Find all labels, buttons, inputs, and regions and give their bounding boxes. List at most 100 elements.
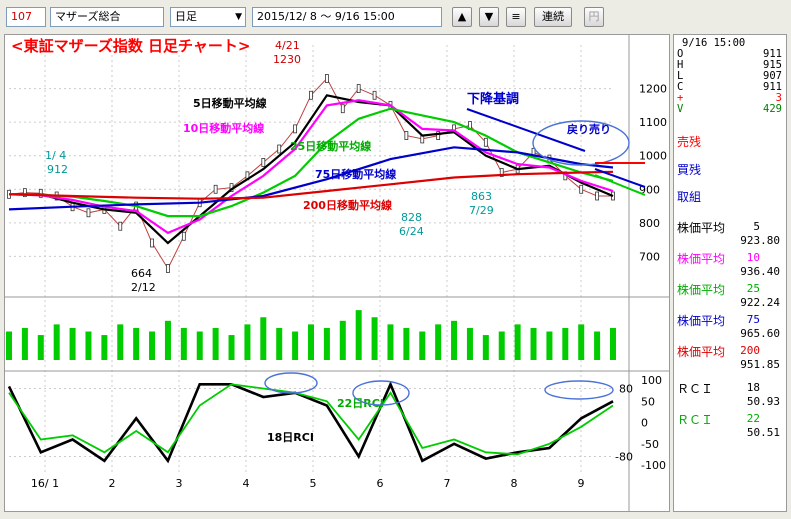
rci-period: 18 <box>746 381 760 394</box>
period-value: 日足 <box>175 10 197 23</box>
ma-value: 951.85 <box>740 358 780 371</box>
volume-bar <box>53 324 60 360</box>
up-button[interactable]: ▲ <box>452 7 472 27</box>
label-ma10: 10日移動平均線 <box>183 121 264 135</box>
ma-label: 株価平均 <box>677 283 726 297</box>
name-field[interactable]: マザーズ総合 <box>50 7 164 27</box>
volume-bar <box>403 327 410 360</box>
candle <box>356 84 361 93</box>
rci-period: 22 <box>746 412 760 425</box>
label-ma5: 5日移動平均線 <box>193 96 267 110</box>
label-ma200: 200日移動平均線 <box>303 198 392 212</box>
volume-bar <box>117 324 124 360</box>
volume-bar <box>530 327 537 360</box>
ohlc-row: C 911 <box>674 82 786 93</box>
x-tick-label: 4 <box>243 477 250 490</box>
volume-bar <box>85 331 92 360</box>
volume-bar <box>212 327 219 360</box>
renzoku-button[interactable]: 連続 <box>534 7 572 27</box>
volume-bar <box>276 327 283 360</box>
x-tick-label: 7 <box>444 477 451 490</box>
peak-label: 4/21 <box>275 39 300 52</box>
candle <box>483 137 488 147</box>
ohlc-value: 429 <box>763 103 782 115</box>
rci-ellipse <box>544 380 614 400</box>
candle <box>293 124 298 134</box>
ma-period: 10 <box>746 251 760 264</box>
candle <box>118 221 123 231</box>
code-field[interactable]: 107 <box>6 7 46 27</box>
candle <box>261 158 266 167</box>
yen-button[interactable]: 円 <box>584 7 604 27</box>
menu-button[interactable]: ≡ <box>506 7 526 27</box>
ma-period: 75 <box>746 313 760 326</box>
volume-bar <box>164 320 171 360</box>
volume-bar <box>482 335 489 360</box>
volume-bar <box>37 335 44 360</box>
peak-label: 1/ 4 <box>45 149 66 162</box>
rci-tick-label: 0 <box>641 417 648 430</box>
volume-bar <box>578 324 585 360</box>
volume-bar <box>355 310 362 360</box>
volume-bar <box>339 320 346 360</box>
candle <box>309 90 313 100</box>
rci-label: ＲＣＩ <box>677 382 714 396</box>
volume-bar <box>371 317 378 360</box>
volume-bar <box>21 327 28 360</box>
y-tick-label: 1000 <box>639 150 667 163</box>
volume-bar <box>69 327 76 360</box>
x-tick-label: 3 <box>176 477 183 490</box>
trough-label: 828 <box>401 211 422 224</box>
down-button[interactable]: ▼ <box>479 7 499 27</box>
ohlc-key: V <box>677 103 684 115</box>
peak-label: 912 <box>47 163 68 176</box>
volume-bar <box>610 327 616 360</box>
volume-bar <box>562 327 569 360</box>
rci-value: 50.51 <box>746 426 780 439</box>
ma-period: 25 <box>746 282 760 295</box>
x-tick-label: 8 <box>511 477 518 490</box>
ma-value: 965.60 <box>740 327 780 340</box>
volume-bar <box>244 324 251 360</box>
ma-line <box>8 170 614 200</box>
volume-bar <box>514 324 521 360</box>
volume-bar <box>6 331 12 360</box>
date-range-field[interactable]: 2015/12/ 8 ～ 9/16 15:00 <box>252 7 442 27</box>
ma-label: 株価平均 <box>677 314 726 328</box>
candle <box>150 238 154 248</box>
candle <box>213 184 218 194</box>
volume-bar <box>387 324 394 360</box>
rci-tick-label: -80 <box>615 451 633 464</box>
trough-label: 664 <box>131 267 152 280</box>
candle <box>324 74 329 83</box>
ma-value: 922.24 <box>740 296 780 309</box>
label-rci18: 18日RCI <box>267 431 314 444</box>
ma-period: 200 <box>740 344 760 357</box>
x-tick-label: 9 <box>578 477 585 490</box>
x-tick-label: 6 <box>377 477 384 490</box>
rci-ellipse <box>264 372 318 394</box>
rci-value: 50.93 <box>746 395 780 408</box>
rci-tick-label: -50 <box>641 438 659 451</box>
y-tick-label: 1200 <box>639 83 667 96</box>
trough-label: 2/12 <box>131 281 156 294</box>
ohlc-list: O 911 H 915 L 907 C 911 +3 V 429 <box>674 49 786 115</box>
volume-bar <box>546 331 553 360</box>
chart-panel: 700 800 900 1000 1100 1200 16/ 1 2 3 4 5 6 7 8 9 100 50 0… <box>4 34 670 512</box>
y-tick-label: 800 <box>639 217 660 230</box>
rci-tick-label: 50 <box>641 395 655 408</box>
volume-bar <box>419 331 426 360</box>
chart-svg: 70080090010001100120016/ 1 2 3 4 5 6 7 8 9100500… <box>5 35 669 511</box>
ohlc-row: V 429 <box>674 104 786 115</box>
x-tick-label: 2 <box>109 477 116 490</box>
period-select[interactable]: 日足 ▼ <box>170 7 246 27</box>
rci-label: ＲＣＩ <box>677 413 714 427</box>
y-tick-label: 1100 <box>639 116 667 129</box>
peak-label: 1230 <box>273 53 301 66</box>
rci-tick-label: -100 <box>641 459 666 472</box>
label-trend: 下降基調 <box>467 91 519 107</box>
candle <box>404 131 409 140</box>
ma-label: 株価平均 <box>677 221 726 235</box>
candle <box>372 90 377 100</box>
ma-label: 株価平均 <box>677 252 726 266</box>
